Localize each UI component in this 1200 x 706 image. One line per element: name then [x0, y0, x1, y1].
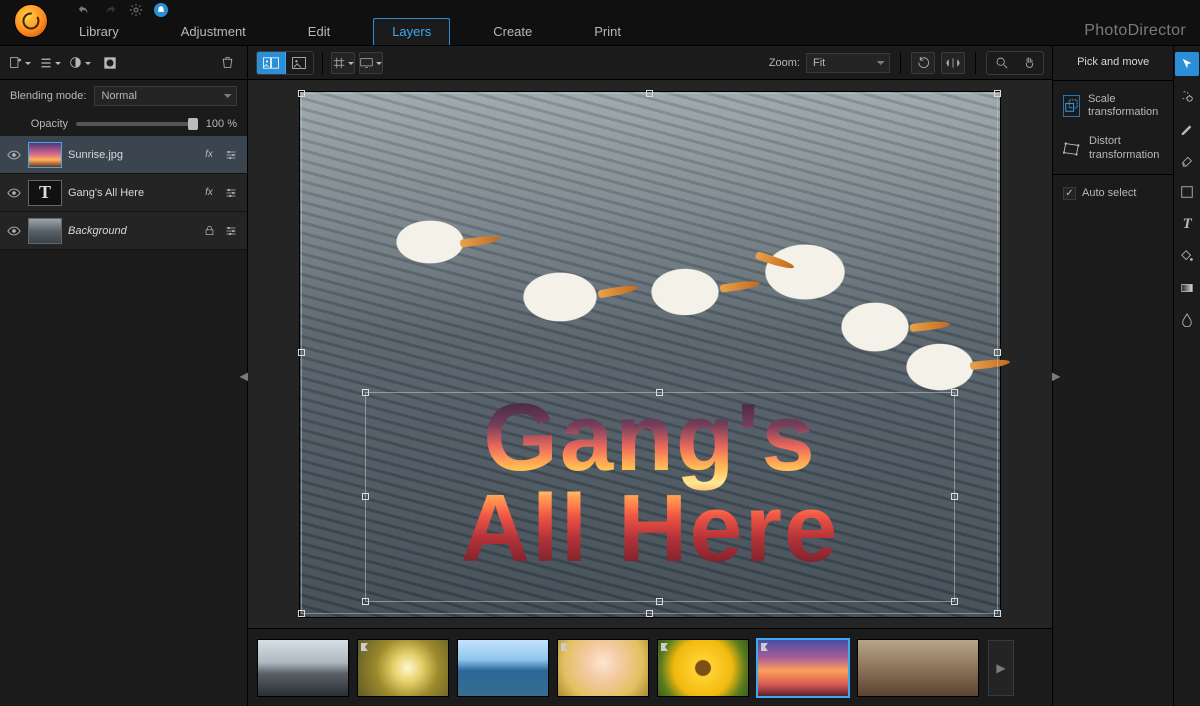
- redo-icon[interactable]: [102, 2, 118, 18]
- filmstrip-thumb[interactable]: [558, 640, 648, 696]
- tab-library[interactable]: Library: [60, 18, 138, 45]
- pen-tool[interactable]: [1175, 116, 1199, 140]
- text-tool[interactable]: T: [1175, 212, 1199, 236]
- filmstrip-thumb[interactable]: [758, 640, 848, 696]
- view-single-button[interactable]: [285, 52, 313, 74]
- eye-icon[interactable]: [6, 223, 22, 239]
- opacity-slider[interactable]: [76, 122, 198, 126]
- tab-create[interactable]: Create: [474, 18, 551, 45]
- layer-name: Gang's All Here: [68, 187, 193, 199]
- scale-icon: [1063, 95, 1080, 117]
- fx-icon[interactable]: fx: [199, 184, 219, 202]
- tab-layers[interactable]: Layers: [373, 18, 450, 45]
- fill-tool[interactable]: [1175, 244, 1199, 268]
- layer-thumbnail: [28, 218, 62, 244]
- filmstrip-thumb[interactable]: [858, 640, 978, 696]
- distort-transform-button[interactable]: Distort transformation: [1059, 129, 1167, 167]
- tool-options-title: Pick and move: [1059, 54, 1167, 74]
- layer-name: Sunrise.jpg: [68, 149, 193, 161]
- filmstrip-thumb[interactable]: [458, 640, 548, 696]
- layers-panel: Blending mode: Normal Opacity 100 % Sunr…: [0, 46, 248, 706]
- layer-row[interactable]: Sunrise.jpg fx: [0, 136, 247, 174]
- display-button[interactable]: [359, 52, 383, 74]
- adjustment-layer-button[interactable]: [68, 52, 92, 74]
- app-logo: [14, 4, 48, 38]
- delete-layer-button[interactable]: [215, 52, 239, 74]
- sliders-icon[interactable]: [221, 146, 241, 164]
- move-tool[interactable]: [1175, 52, 1199, 76]
- app-name: PhotoDirector: [1084, 22, 1186, 40]
- pan-tool-button[interactable]: [1015, 52, 1043, 74]
- zoom-label: Zoom:: [769, 57, 800, 69]
- tab-edit[interactable]: Edit: [289, 18, 349, 45]
- layer-row[interactable]: Background: [0, 212, 247, 250]
- filmstrip-thumb[interactable]: [658, 640, 748, 696]
- eye-icon[interactable]: [6, 147, 22, 163]
- layer-name: Background: [68, 225, 193, 237]
- flip-button[interactable]: [941, 52, 965, 74]
- selection-frame-text[interactable]: [365, 392, 955, 602]
- layer-menu-button[interactable]: [38, 52, 62, 74]
- mask-button[interactable]: [98, 52, 122, 74]
- rotate-button[interactable]: [911, 52, 935, 74]
- zoom-tool-button[interactable]: [987, 52, 1015, 74]
- blend-mode-select[interactable]: Normal: [94, 86, 237, 106]
- tab-adjustment[interactable]: Adjustment: [162, 18, 265, 45]
- layer-row[interactable]: T Gang's All Here fx: [0, 174, 247, 212]
- checkbox-icon: [1063, 187, 1076, 200]
- scale-transform-button[interactable]: Scale transformation: [1059, 87, 1167, 125]
- zoom-select[interactable]: Fit: [806, 53, 890, 73]
- layer-thumbnail: [28, 142, 62, 168]
- filmstrip-thumb[interactable]: [258, 640, 348, 696]
- opacity-label: Opacity: [10, 118, 68, 130]
- tab-print[interactable]: Print: [575, 18, 640, 45]
- grid-button[interactable]: [331, 52, 355, 74]
- tool-options-panel: Pick and move Scale transformation Disto…: [1053, 46, 1173, 706]
- view-compare-button[interactable]: [257, 52, 285, 74]
- distort-icon: [1063, 138, 1081, 160]
- opacity-value: 100 %: [206, 118, 237, 130]
- filmstrip-thumb[interactable]: [358, 640, 448, 696]
- selection-tool[interactable]: [1175, 84, 1199, 108]
- sliders-icon[interactable]: [221, 222, 241, 240]
- lock-icon[interactable]: [199, 222, 219, 240]
- sliders-icon[interactable]: [221, 184, 241, 202]
- eye-icon[interactable]: [6, 185, 22, 201]
- canvas-area: ◀ ▶ Zoom: Fit: [248, 46, 1052, 706]
- gear-icon[interactable]: [128, 2, 144, 18]
- eraser-tool[interactable]: [1175, 148, 1199, 172]
- tool-strip: T: [1173, 46, 1200, 706]
- collapse-right-icon[interactable]: ▶: [1051, 364, 1061, 388]
- fx-icon[interactable]: fx: [199, 146, 219, 164]
- layer-thumbnail: T: [28, 180, 62, 206]
- filmstrip-next-button[interactable]: ▶: [988, 640, 1014, 696]
- gradient-tool[interactable]: [1175, 276, 1199, 300]
- filmstrip: ▶: [248, 628, 1052, 706]
- blend-mode-label: Blending mode:: [10, 90, 86, 102]
- shape-tool[interactable]: [1175, 180, 1199, 204]
- canvas-image[interactable]: Gang's All Here: [300, 92, 1000, 617]
- undo-icon[interactable]: [76, 2, 92, 18]
- blur-tool[interactable]: [1175, 308, 1199, 332]
- notification-icon[interactable]: [154, 3, 168, 17]
- add-layer-button[interactable]: [8, 52, 32, 74]
- auto-select-checkbox[interactable]: Auto select: [1059, 181, 1167, 206]
